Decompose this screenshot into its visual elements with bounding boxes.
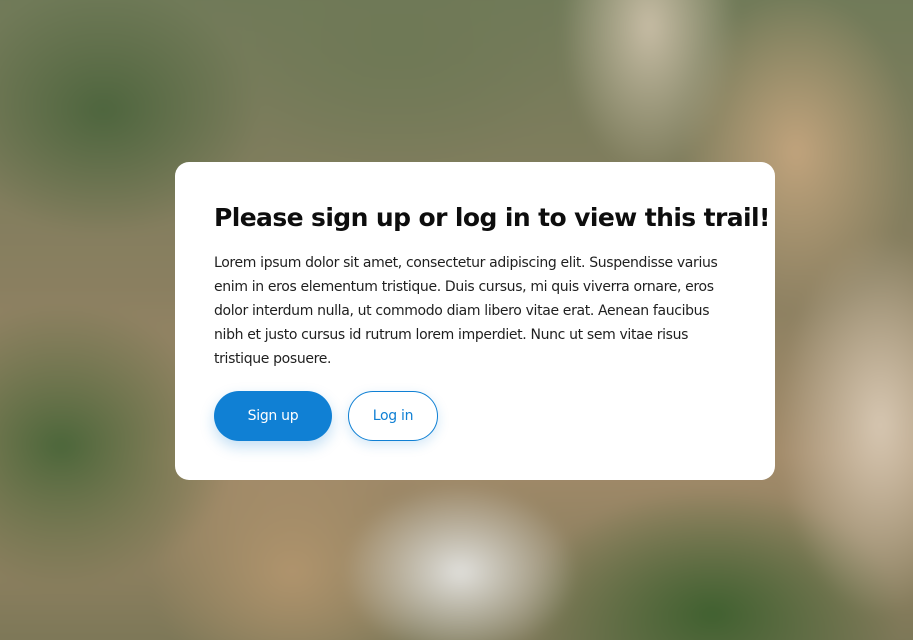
modal-title: Please sign up or log in to view this tr… — [214, 203, 770, 232]
modal-description: Lorem ipsum dolor sit amet, consectetur … — [214, 255, 718, 367]
sign-up-button[interactable]: Sign up — [214, 391, 332, 441]
modal-actions: Sign up Log in — [214, 391, 736, 441]
log-in-button[interactable]: Log in — [348, 391, 438, 441]
login-prompt-modal: Please sign up or log in to view this tr… — [175, 162, 775, 480]
